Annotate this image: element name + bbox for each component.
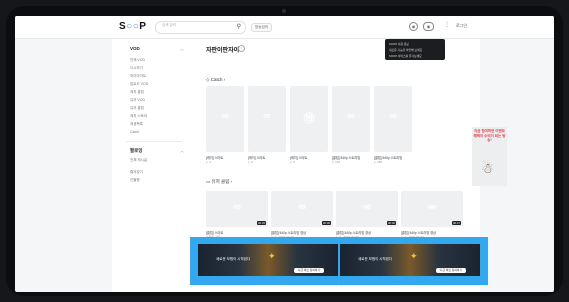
duration-badge: 00:30: [322, 221, 331, 225]
sidebar-item[interactable]: 유저 VOD: [130, 98, 145, 103]
notice-tooltip[interactable]: SOOP 사용 정보 새로운 기능을 확인해 보세요 SOOP 서비스를 즐겨보…: [385, 39, 445, 60]
duration-badge: 00:45: [257, 221, 266, 225]
placeholder-icon: ∞: [298, 201, 306, 213]
banner-caption: 새로운 모험이 시작된다: [216, 257, 251, 261]
placeholder-icon: ∞: [363, 201, 371, 213]
placeholder-icon: ∞: [233, 201, 241, 213]
placeholder-icon: ∞: [389, 110, 397, 122]
chevron-up-icon[interactable]: ︿: [180, 148, 184, 154]
tooltip-line: 새로운 기능을 확인해 보세요: [389, 48, 423, 52]
search-icon[interactable]: ⚲: [237, 23, 241, 30]
banner-image: 새로운 모험이 시작된다 ✦ 지금 바로 참여하기: [340, 244, 480, 276]
character-icon: ☃: [481, 160, 494, 176]
card-title[interactable]: [캐치] 스타트: [248, 155, 292, 160]
sidebar-item[interactable]: 재생목록: [130, 122, 143, 127]
banner-cta-button[interactable]: 지금 바로 참여하기: [436, 268, 466, 273]
sidebar-item[interactable]: 전체 VOD: [130, 58, 145, 63]
search-placeholder: 검색 입력: [162, 23, 176, 27]
card-views: ▷ 5: [290, 160, 295, 164]
sidebar: VOD ︿ 전체 VOD 다시보기 하이라이트 업로드 VOD 캐치 클립 유저…: [112, 39, 190, 292]
duration-badge: 00:30: [387, 221, 396, 225]
sidebar-section-following[interactable]: 팔로잉: [130, 148, 142, 154]
search-input[interactable]: 검색 입력 ⚲: [155, 21, 246, 34]
notification-icon[interactable]: ◉: [423, 22, 434, 31]
catch-card[interactable]: ∞: [206, 86, 244, 152]
catch-card[interactable]: ∞: [374, 86, 412, 152]
card-title[interactable]: [캐치] 스타트: [206, 155, 250, 160]
placeholder-icon: ∞: [347, 110, 355, 122]
banner-caption: 새로운 모험이 시작된다: [358, 257, 393, 261]
side-ad-banner[interactable]: 지금 참여하면 이벤트 혜택이 수익이 되는 방송! ☃: [472, 127, 507, 186]
sidebar-item[interactable]: 업로드 VOD: [130, 82, 148, 87]
more-icon[interactable]: ⋮: [444, 21, 450, 28]
sidebar-item[interactable]: 캐치 스토리: [130, 114, 147, 119]
catch-label: Catch: [210, 77, 223, 82]
sidebar-item[interactable]: 하이라이트: [130, 74, 146, 79]
info-icon[interactable]: i: [238, 45, 245, 52]
search-filter-button[interactable]: 방송검색: [251, 23, 272, 32]
sidebar-item[interactable]: 즐겨찾기: [130, 170, 143, 175]
bottom-ad-banner[interactable]: 새로운 모험이 시작된다 ✦ 지금 바로 참여하기 새로운 모험이 시작된다 ✦…: [190, 237, 488, 285]
channel-title: 자판이판자이: [206, 48, 240, 54]
screen: S○○P 검색 입력 ⚲ 방송검색 ◉ ◉ ⋮ 로그인 VOD ︿ 전체 VOD…: [15, 16, 554, 292]
side-ad-text: 지금 참여하면 이벤트 혜택이 수익이 되는 방송!: [473, 129, 506, 142]
age-19-icon: ⑲: [303, 113, 315, 125]
tooltip-line: SOOP 서비스를 즐겨보세요: [389, 54, 422, 58]
card-views: ▷ 3: [206, 160, 211, 164]
sidebar-divider: [126, 141, 182, 142]
banner-cta-button[interactable]: 지금 바로 참여하기: [294, 268, 324, 273]
camera-icon: [282, 9, 286, 13]
catch-section-title: ◇ Catch ›: [206, 77, 226, 82]
sidebar-item[interactable]: 유저 클립: [130, 106, 144, 111]
sparkle-icon: ✦: [268, 251, 276, 261]
sidebar-item[interactable]: 캐치 클립: [130, 90, 144, 95]
clip-label: 유저 클립: [211, 179, 230, 184]
login-button[interactable]: 로그인: [456, 23, 467, 29]
clip-card[interactable]: ∞ 00:47: [401, 191, 463, 227]
placeholder-icon: ∞: [428, 201, 436, 213]
card-title[interactable]: [캐치] 스타트: [290, 155, 334, 160]
clip-card[interactable]: ∞ 00:30: [271, 191, 333, 227]
sidebar-item[interactable]: 전체 게시글: [130, 158, 147, 163]
card-views: ▷ 366: [374, 160, 383, 164]
clip-card[interactable]: ∞ 00:45: [206, 191, 268, 227]
card-views: ▷ 132: [332, 160, 341, 164]
card-views: ▷ 2: [248, 160, 253, 164]
chevron-up-icon[interactable]: ︿: [180, 46, 184, 52]
sidebar-item[interactable]: Catch: [130, 130, 139, 134]
banner-image: 새로운 모험이 시작된다 ✦ 지금 바로 참여하기: [198, 244, 338, 276]
catch-card[interactable]: ∞: [332, 86, 370, 152]
sparkle-icon: ✦: [410, 251, 418, 261]
top-header: S○○P 검색 입력 ⚲ 방송검색 ◉ ◉ ⋮ 로그인: [15, 16, 554, 39]
placeholder-icon: ∞: [221, 110, 229, 122]
placeholder-icon: ∞: [263, 110, 271, 122]
sidebar-item[interactable]: 다시보기: [130, 66, 143, 71]
catch-card[interactable]: ⑲: [290, 86, 328, 152]
sidebar-item[interactable]: 선물함: [130, 178, 140, 183]
duration-badge: 00:47: [452, 221, 461, 225]
catch-card[interactable]: ∞: [248, 86, 286, 152]
clip-card[interactable]: ∞ 00:30: [336, 191, 398, 227]
clip-section-title: ▭ 유저 클립 ›: [206, 179, 233, 184]
user-icon[interactable]: ◉: [409, 22, 418, 31]
soop-logo[interactable]: S○○P: [119, 21, 146, 32]
sidebar-section-vod[interactable]: VOD: [130, 46, 140, 51]
tooltip-line: SOOP 사용 정보: [389, 42, 409, 46]
